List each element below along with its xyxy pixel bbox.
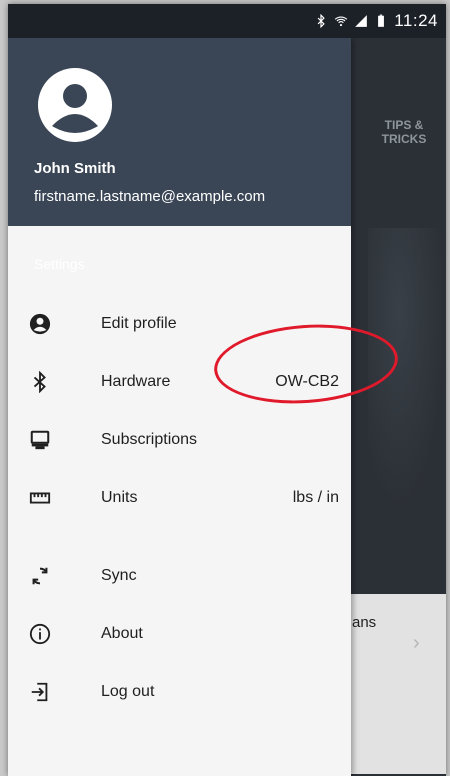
chevron-right-icon: ›: [413, 632, 420, 654]
avatar[interactable]: [38, 68, 112, 142]
wifi-icon: [334, 16, 348, 27]
subscriptions-icon: [28, 428, 52, 452]
menu-item-about[interactable]: About: [8, 610, 351, 658]
menu-label-units: Units: [101, 489, 138, 506]
account-circle-icon: [28, 312, 52, 336]
signal-icon: [355, 15, 368, 27]
menu-item-units[interactable]: Units lbs / in: [8, 474, 351, 522]
status-bar: 11:24: [8, 4, 446, 38]
tab-tips-tricks[interactable]: TIPS & TRICKS: [364, 118, 444, 146]
user-name: John Smith: [34, 160, 116, 177]
menu-label-log-out: Log out: [101, 683, 155, 700]
phone-screen: 11:24 TIPS & TRICKS ans › John Smith fir…: [8, 4, 446, 776]
navigation-drawer: John Smith firstname.lastname@example.co…: [8, 38, 351, 776]
logout-icon: [28, 680, 52, 704]
ruler-icon: [28, 486, 52, 510]
sync-icon: [28, 564, 52, 588]
menu-label-subscriptions: Subscriptions: [101, 431, 198, 448]
menu-item-subscriptions[interactable]: Subscriptions: [8, 416, 351, 464]
units-value: lbs / in: [292, 489, 339, 506]
info-icon: [28, 622, 52, 646]
menu-item-log-out[interactable]: Log out: [8, 668, 351, 716]
menu-label-hardware: Hardware: [101, 373, 171, 390]
battery-icon: [378, 14, 385, 27]
drawer-header: John Smith firstname.lastname@example.co…: [8, 38, 351, 226]
bluetooth-icon: [317, 14, 325, 28]
bluetooth-icon: [28, 370, 52, 394]
menu-label-sync: Sync: [101, 567, 137, 584]
section-label-settings: Settings: [34, 256, 85, 272]
user-email: firstname.lastname@example.com: [34, 188, 266, 205]
menu-label-about: About: [101, 625, 143, 642]
background-card-text: ans: [352, 614, 377, 631]
menu-label-edit-profile: Edit profile: [101, 315, 177, 332]
status-time: 11:24: [394, 11, 438, 30]
menu-item-sync[interactable]: Sync: [8, 552, 351, 600]
